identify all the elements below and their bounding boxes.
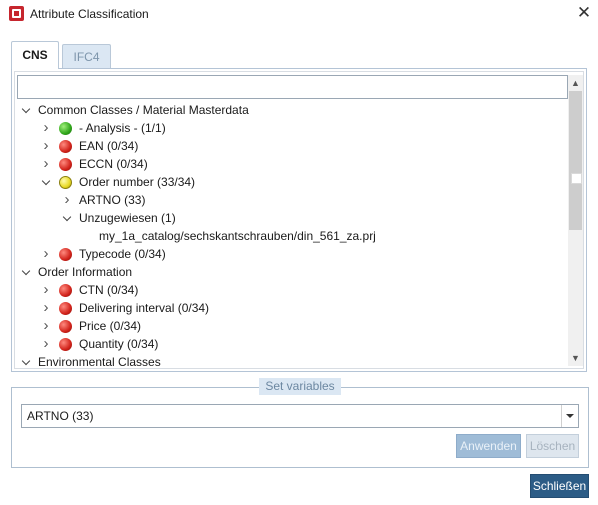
- tree-row-order-number[interactable]: Order number (33/34): [15, 173, 565, 191]
- tree-row-eccn[interactable]: ECCN (0/34): [15, 155, 565, 173]
- tree-row-project-file[interactable]: my_1a_catalog/sechskantschrauben/din_561…: [15, 227, 565, 245]
- chevron-down-icon[interactable]: [60, 209, 74, 227]
- tree-row-artno[interactable]: ARTNO (33): [15, 191, 565, 209]
- status-red-icon: [59, 302, 72, 315]
- tree-row-environmental-classes[interactable]: Environmental Classes: [15, 353, 565, 369]
- chevron-down-icon[interactable]: [39, 173, 53, 191]
- variable-select[interactable]: ARTNO (33): [21, 404, 579, 428]
- status-green-icon: [59, 122, 72, 135]
- tree-row-order-information[interactable]: Order Information: [15, 263, 565, 281]
- dropdown-arrow-icon[interactable]: [561, 405, 578, 427]
- tree-row-label: EAN (0/34): [79, 139, 139, 153]
- tree-row-label: Environmental Classes: [38, 355, 161, 369]
- chevron-down-icon[interactable]: [19, 101, 33, 119]
- variable-select-value: ARTNO (33): [27, 409, 94, 423]
- classification-tree: Common Classes / Material Masterdata - A…: [14, 71, 584, 369]
- tree-row-label: Delivering interval (0/34): [79, 301, 210, 315]
- app-logo-icon: [9, 6, 24, 21]
- chevron-right-icon[interactable]: [39, 119, 53, 137]
- tree-row-analysis[interactable]: - Analysis - (1/1): [15, 119, 565, 137]
- filter-input[interactable]: [17, 75, 568, 99]
- status-red-icon: [59, 338, 72, 351]
- tree-row-label: Quantity (0/34): [79, 337, 159, 351]
- chevron-right-icon[interactable]: [60, 191, 74, 209]
- delete-button[interactable]: Löschen: [526, 434, 579, 458]
- chevron-right-icon[interactable]: [39, 335, 53, 353]
- tree-row-label: Order Information: [38, 265, 133, 279]
- status-red-icon: [59, 284, 72, 297]
- status-red-icon: [59, 158, 72, 171]
- tree-row-label: ARTNO (33): [79, 193, 146, 207]
- chevron-right-icon[interactable]: [39, 245, 53, 263]
- tab-ifc4[interactable]: IFC4: [62, 44, 111, 69]
- close-button[interactable]: Schließen: [530, 474, 589, 498]
- tree-row-label: CTN (0/34): [79, 283, 139, 297]
- window-title: Attribute Classification: [30, 7, 149, 21]
- classification-panel: Common Classes / Material Masterdata - A…: [11, 68, 587, 372]
- tree-row-ean[interactable]: EAN (0/34): [15, 137, 565, 155]
- status-yellow-icon: [59, 176, 72, 189]
- chevron-right-icon[interactable]: [39, 281, 53, 299]
- scrollbar-grip-icon: [571, 173, 582, 184]
- chevron-right-icon[interactable]: [39, 299, 53, 317]
- tree-row-label: Order number (33/34): [79, 175, 196, 189]
- title-bar: Attribute Classification ✕: [0, 0, 598, 30]
- tree-row-label: Typecode (0/34): [79, 247, 166, 261]
- tree-row-label: Common Classes / Material Masterdata: [38, 103, 249, 117]
- tree-row-ctn[interactable]: CTN (0/34): [15, 281, 565, 299]
- tree-row-label: ECCN (0/34): [79, 157, 148, 171]
- tree-row-quantity[interactable]: Quantity (0/34): [15, 335, 565, 353]
- status-red-icon: [59, 140, 72, 153]
- status-red-icon: [59, 248, 72, 261]
- tree-row-common-classes[interactable]: Common Classes / Material Masterdata: [15, 101, 565, 119]
- apply-button[interactable]: Anwenden: [456, 434, 521, 458]
- set-variables-title: Set variables: [259, 378, 341, 395]
- chevron-right-icon[interactable]: [39, 317, 53, 335]
- tree-row-label: Price (0/34): [79, 319, 142, 333]
- chevron-down-icon[interactable]: [19, 353, 33, 368]
- chevron-down-icon[interactable]: [19, 263, 33, 281]
- scrollbar-thumb[interactable]: [569, 91, 582, 230]
- close-window-button[interactable]: ✕: [572, 2, 596, 24]
- tree-row-label: - Analysis - (1/1): [79, 121, 166, 135]
- tree-row-typecode[interactable]: Typecode (0/34): [15, 245, 565, 263]
- scroll-up-arrow-icon[interactable]: ▲: [568, 75, 583, 91]
- tree-row-label: Unzugewiesen (1): [79, 211, 176, 225]
- tree-row-unzugewiesen[interactable]: Unzugewiesen (1): [15, 209, 565, 227]
- chevron-right-icon[interactable]: [39, 137, 53, 155]
- tree-scrollbar[interactable]: ▲ ▼: [568, 75, 583, 366]
- tab-cns[interactable]: CNS: [11, 41, 59, 69]
- tree-row-delivering-interval[interactable]: Delivering interval (0/34): [15, 299, 565, 317]
- status-red-icon: [59, 320, 72, 333]
- tree-row-label: my_1a_catalog/sechskantschrauben/din_561…: [99, 229, 376, 243]
- tree-row-price[interactable]: Price (0/34): [15, 317, 565, 335]
- scroll-down-arrow-icon[interactable]: ▼: [568, 350, 583, 366]
- chevron-right-icon[interactable]: [39, 155, 53, 173]
